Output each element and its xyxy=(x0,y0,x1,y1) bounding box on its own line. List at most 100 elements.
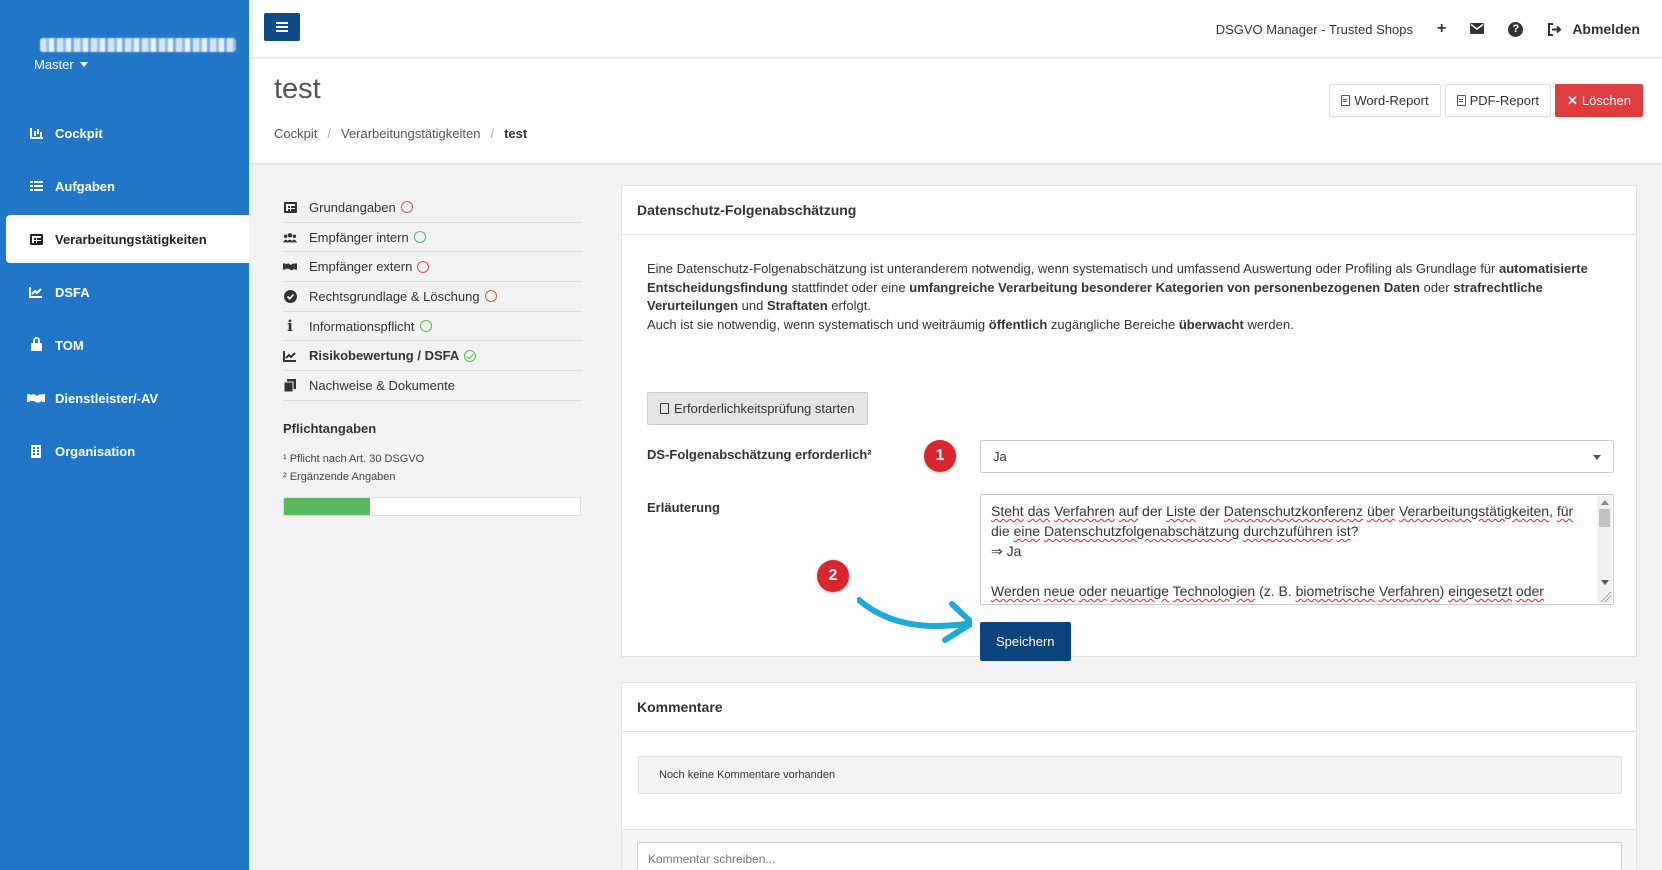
chart-icon xyxy=(27,127,45,139)
completion-progress-bar xyxy=(283,497,581,516)
table-icon xyxy=(283,201,297,213)
topbar-actions: DSGVO Manager - Trusted Shops + ? Abmeld… xyxy=(1216,0,1640,58)
header-actions: Word-Report PDF-Report ✕ Löschen xyxy=(1329,84,1643,117)
tab-label: Risikobewertung / DSFA xyxy=(309,348,460,364)
tab-label: Rechtsgrundlage & Löschung xyxy=(309,288,480,304)
table-icon xyxy=(27,233,45,245)
progress-fill xyxy=(284,498,370,515)
start-check-button[interactable]: Erforderlichkeitsprüfung starten xyxy=(647,392,868,425)
required-select-value: Ja xyxy=(993,449,1007,464)
dsfa-intro-text: Eine Datenschutz-Folgenabschätzung ist u… xyxy=(647,261,1588,332)
breadcrumb-verarbeitungstaetigkeiten[interactable]: Verarbeitungstätigkeiten xyxy=(341,126,480,141)
check-circle-icon xyxy=(283,289,297,303)
dsfa-body: Eine Datenschutz-Folgenabschätzung ist u… xyxy=(622,235,1636,661)
required-select[interactable]: Ja xyxy=(980,440,1614,473)
comment-input[interactable] xyxy=(637,842,1622,870)
menu-toggle-button[interactable] xyxy=(264,13,300,41)
delete-label: Löschen xyxy=(1581,93,1631,108)
sidebar-item-organisation[interactable]: Organisation xyxy=(0,427,249,475)
clipboard-icon xyxy=(660,403,669,414)
tenant-label: Master xyxy=(34,57,74,72)
empty-comments-message: Noch keine Kommentare vorhanden xyxy=(638,756,1622,794)
sidebar-item-label: TOM xyxy=(55,337,84,353)
logout-button[interactable]: Abmelden xyxy=(1547,21,1640,37)
sidebar-item-dsfa[interactable]: DSFA xyxy=(0,268,249,316)
breadcrumb-current: test xyxy=(504,126,528,141)
status-complete-icon xyxy=(413,231,426,244)
footnote-1: ¹ Pflicht nach Art. 30 DSGVO xyxy=(283,453,425,465)
tab-empfaenger-intern[interactable]: Empfänger intern xyxy=(283,223,582,253)
comment-footer xyxy=(622,829,1636,870)
explanation-label: Erläuterung xyxy=(647,500,720,515)
status-incomplete-icon xyxy=(400,201,413,214)
file-pdf-icon xyxy=(1456,95,1466,106)
delete-button[interactable]: ✕ Löschen xyxy=(1554,84,1643,117)
list-icon xyxy=(27,181,45,191)
breadcrumb-cockpit[interactable]: Cockpit xyxy=(274,126,317,141)
sidebar-item-label: Verarbeitungstätigkeiten xyxy=(55,231,207,247)
sidebar-item-label: Dienstleister/-AV xyxy=(55,390,159,406)
tab-informationspflicht[interactable]: i Informationspflicht xyxy=(283,312,582,342)
sidebar-item-dienstleister[interactable]: Dienstleister/-AV xyxy=(0,374,249,422)
status-complete-icon xyxy=(419,320,432,333)
footnote-2: ² Ergänzende Angaben xyxy=(283,471,396,483)
sidebar-item-verarbeitungstaetigkeiten[interactable]: Verarbeitungstätigkeiten xyxy=(6,215,249,263)
section-tabs: Grundangaben Empfänger intern Empfänger … xyxy=(283,193,582,401)
status-incomplete-icon xyxy=(484,290,497,303)
breadcrumb-separator: / xyxy=(327,126,331,141)
explanation-q2: Werden neue oder neuartige Technologien … xyxy=(991,583,1544,599)
sidebar: Master Cockpit Aufgaben Verarbeitungstät… xyxy=(0,0,249,870)
tenant-dropdown[interactable]: Master xyxy=(34,57,88,72)
sidebar-item-tom[interactable]: TOM xyxy=(0,321,249,369)
caret-down-icon xyxy=(1593,455,1601,460)
pflicht-title: Pflichtangaben xyxy=(283,421,377,436)
sidebar-item-label: Cockpit xyxy=(55,125,103,141)
save-button[interactable]: Speichern xyxy=(980,622,1071,661)
step-marker-2: 2 xyxy=(817,560,849,592)
breadcrumb: Cockpit / Verarbeitungstätigkeiten / tes… xyxy=(274,126,527,141)
resize-grip-icon[interactable] xyxy=(1601,592,1611,602)
help-icon[interactable]: ? xyxy=(1508,21,1524,37)
tab-label: Nachweise & Dokumente xyxy=(309,377,455,393)
textarea-scrollbar[interactable] xyxy=(1597,496,1612,603)
tab-rechtsgrundlage[interactable]: Rechtsgrundlage & Löschung xyxy=(283,282,582,312)
copy-icon xyxy=(283,378,297,392)
users-icon xyxy=(283,232,297,243)
step-marker-1: 1 xyxy=(924,440,956,472)
pdf-report-label: PDF-Report xyxy=(1469,93,1539,108)
sidebar-item-cockpit[interactable]: Cockpit xyxy=(0,109,249,157)
caret-down-icon xyxy=(79,62,88,67)
comments-panel: Kommentare Noch keine Kommentare vorhand… xyxy=(621,682,1637,870)
file-word-icon xyxy=(1341,95,1351,106)
envelope-icon[interactable] xyxy=(1470,22,1485,37)
page-header: test Cockpit / Verarbeitungstätigkeiten … xyxy=(249,59,1662,164)
page-title: test xyxy=(274,73,321,105)
tab-empfaenger-extern[interactable]: Empfänger extern xyxy=(283,252,582,283)
sidebar-nav: Cockpit Aufgaben Verarbeitungstätigkeite… xyxy=(0,109,249,480)
topbar: DSGVO Manager - Trusted Shops + ? Abmeld… xyxy=(249,0,1662,58)
breadcrumb-separator: / xyxy=(490,126,495,141)
tab-label: Empfänger intern xyxy=(309,229,409,245)
word-report-button[interactable]: Word-Report xyxy=(1329,84,1441,117)
required-label: DS-Folgenabschätzung erforderlich² xyxy=(647,447,872,462)
tab-grundangaben[interactable]: Grundangaben xyxy=(283,193,582,223)
arrow-annotation-icon xyxy=(857,597,972,643)
pdf-report-button[interactable]: PDF-Report xyxy=(1444,84,1551,117)
tab-label: Empfänger extern xyxy=(309,259,413,275)
explanation-textarea[interactable]: Steht das Verfahren auf der Liste der Da… xyxy=(980,494,1614,605)
tab-risikobewertung[interactable]: Risikobewertung / DSFA xyxy=(283,341,582,372)
close-icon: ✕ xyxy=(1566,92,1578,108)
start-check-label: Erforderlichkeitsprüfung starten xyxy=(674,401,855,416)
panel-title: Datenschutz-Folgenabschätzung xyxy=(622,186,1636,235)
lock-icon xyxy=(27,337,45,351)
user-name-blurred[interactable] xyxy=(40,38,236,52)
sidebar-item-aufgaben[interactable]: Aufgaben xyxy=(0,162,249,210)
tab-nachweise[interactable]: Nachweise & Dokumente xyxy=(283,371,582,401)
dsfa-panel: Datenschutz-Folgenabschätzung Eine Daten… xyxy=(621,185,1637,661)
hamburger-icon xyxy=(276,26,288,28)
tab-label: Informationspflicht xyxy=(309,318,415,334)
plus-icon[interactable]: + xyxy=(1437,20,1446,38)
building-icon xyxy=(27,444,45,458)
status-checked-icon xyxy=(464,349,477,362)
panel-title: Kommentare xyxy=(622,683,1636,732)
